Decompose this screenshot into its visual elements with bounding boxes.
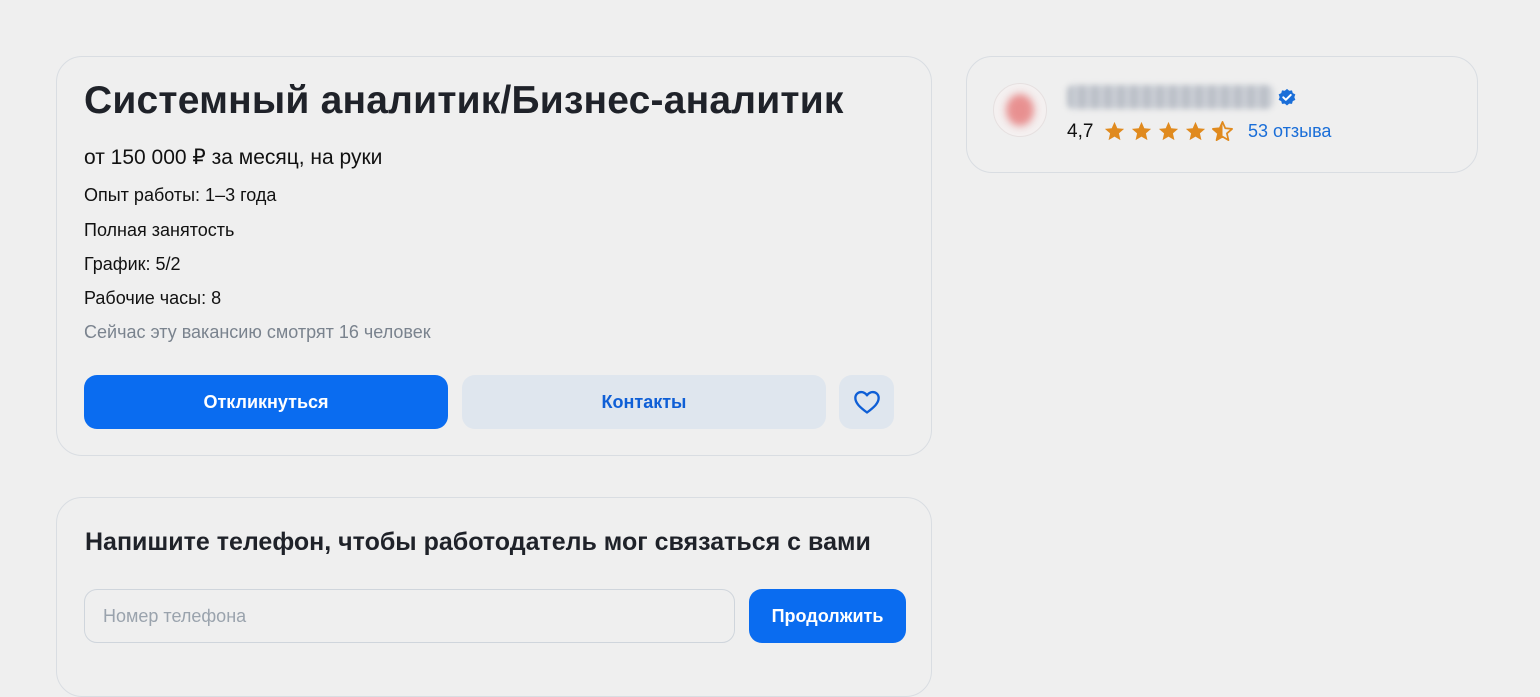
vacancy-experience: Опыт работы: 1–3 года	[84, 185, 277, 205]
continue-button[interactable]: Продолжить	[749, 589, 906, 643]
vacancy-work-hours: Рабочие часы: 8	[84, 288, 222, 308]
star-full-icon	[1185, 121, 1206, 141]
phone-form-title: Напишите телефон, чтобы работодатель мог…	[85, 528, 871, 556]
rating-stars	[1103, 120, 1234, 143]
star-full-icon	[1131, 121, 1152, 141]
star-full-icon	[1104, 121, 1125, 141]
favorite-button[interactable]	[839, 375, 894, 429]
vacancy-card: Системный аналитик/Бизнес-аналитик от 15…	[56, 56, 932, 456]
respond-button[interactable]: Откликнуться	[84, 375, 448, 429]
company-name-redacted[interactable]	[1067, 85, 1273, 109]
verified-badge-icon	[1278, 88, 1296, 106]
vacancy-schedule: График: 5/2	[84, 254, 181, 274]
company-avatar[interactable]	[993, 83, 1047, 137]
company-card: 4,7 53 отзыва	[966, 56, 1478, 173]
vacancy-salary: от 150 000 ₽ за месяц, на руки	[84, 146, 383, 169]
vacancy-viewers: Сейчас эту вакансию смотрят 16 человек	[84, 322, 431, 342]
contacts-button[interactable]: Контакты	[462, 375, 826, 429]
reviews-link[interactable]: 53 отзыва	[1248, 121, 1331, 142]
phone-card: Напишите телефон, чтобы работодатель мог…	[56, 497, 932, 697]
company-logo-blurred	[1006, 94, 1034, 126]
star-full-icon	[1158, 121, 1179, 141]
vacancy-title: Системный аналитик/Бизнес-аналитик	[84, 79, 844, 122]
phone-input[interactable]	[84, 589, 735, 643]
heart-icon	[853, 390, 880, 414]
company-rating-value: 4,7	[1067, 121, 1094, 142]
star-half-icon	[1212, 121, 1233, 141]
vacancy-employment: Полная занятость	[84, 220, 235, 240]
